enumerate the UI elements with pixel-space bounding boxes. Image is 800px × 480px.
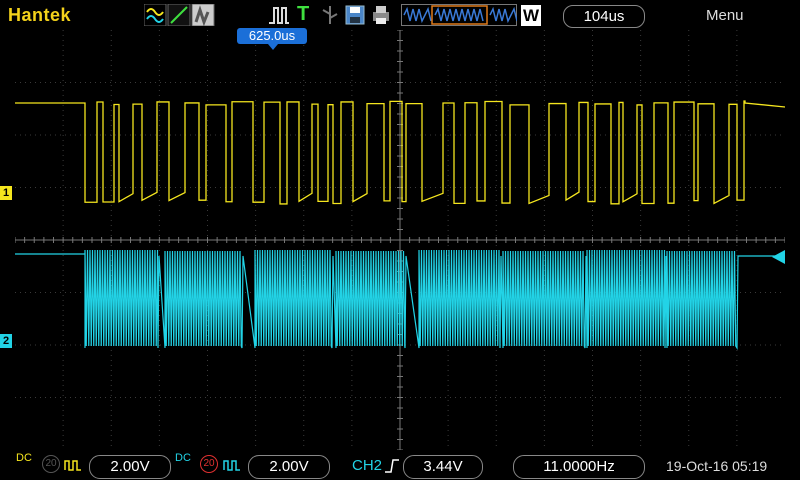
- trigger-source[interactable]: CH2: [352, 457, 382, 474]
- trigger-frequency: 11.0000Hz: [513, 455, 645, 479]
- waveform-display[interactable]: [15, 30, 785, 450]
- bottom-status-bar: DC 20 2.00V DC 20 2.00V CH2 3.44V 11.000…: [0, 451, 800, 480]
- save-icon[interactable]: [345, 4, 365, 26]
- pulse-trigger-icon[interactable]: [267, 4, 291, 26]
- ch2-volts-div[interactable]: 2.00V: [248, 455, 330, 479]
- rising-edge-icon: [385, 459, 399, 473]
- ch1-bw-limit-icon[interactable]: 20: [42, 455, 60, 473]
- usb-icon: [322, 6, 338, 24]
- waveform-type-icons[interactable]: [144, 4, 220, 26]
- brand-logo: Hantek: [8, 5, 72, 25]
- trigger-status-icon: T: [297, 3, 310, 25]
- ch1-coupling[interactable]: DC: [16, 453, 32, 464]
- top-status-bar: Hantek T W 104us Menu: [0, 0, 800, 30]
- trigger-level[interactable]: 3.44V: [403, 455, 483, 479]
- datetime-label: 19-Oct-16 05:19: [666, 458, 768, 474]
- memory-depth-icon: [401, 4, 517, 26]
- ch1-ground-marker[interactable]: 1: [0, 186, 12, 200]
- trigger-position-pointer: [268, 44, 278, 50]
- trigger-level-marker[interactable]: [770, 250, 786, 264]
- ch1-volts-div[interactable]: 2.00V: [89, 455, 171, 479]
- ch2-ground-marker[interactable]: 2: [0, 334, 12, 348]
- menu-button[interactable]: Menu: [706, 7, 744, 24]
- timebase-readout[interactable]: 104us: [563, 5, 645, 28]
- ch2-probe-icon: [223, 460, 240, 471]
- ch2-coupling[interactable]: DC: [175, 453, 191, 464]
- acquire-mode-indicator: W: [521, 5, 541, 26]
- ch1-probe-icon: [64, 460, 81, 471]
- print-icon[interactable]: [371, 4, 391, 26]
- trigger-position-marker[interactable]: 625.0us: [237, 28, 307, 44]
- ch2-bw-limit-icon[interactable]: 20: [200, 455, 218, 473]
